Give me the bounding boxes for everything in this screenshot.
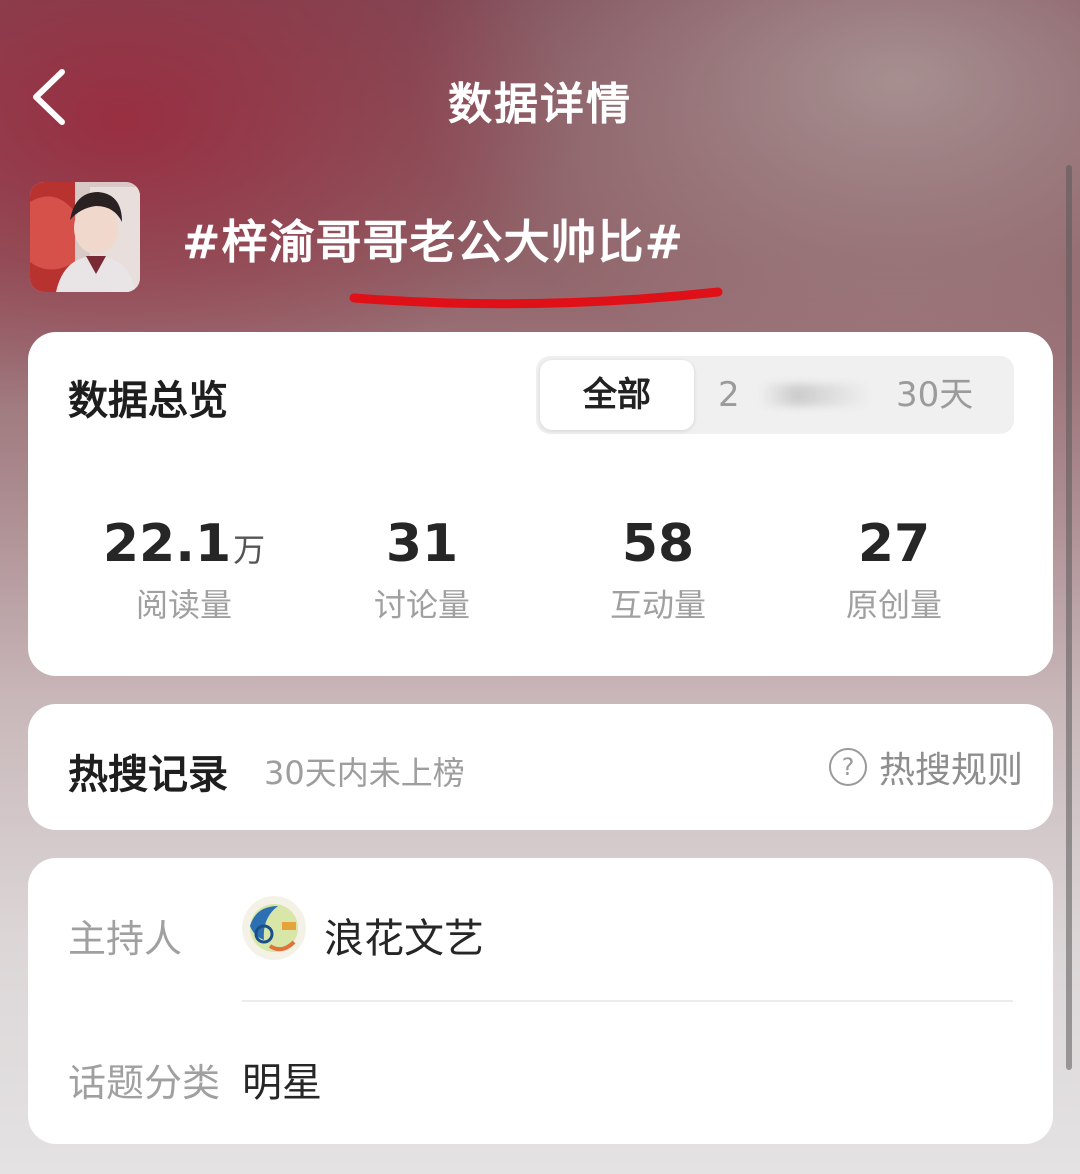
category-value: 明星 [242, 1060, 322, 1106]
page-title: 数据详情 [448, 79, 632, 130]
topic-avatar [30, 182, 140, 292]
stat-interactions-label: 互动量 [609, 586, 706, 624]
date-range-selector: 全部 2 30天 [536, 356, 1014, 434]
red-underline-mark [349, 287, 723, 309]
stat-original: 27 原创量 [774, 514, 1014, 626]
stat-discussions-label: 讨论量 [373, 586, 470, 624]
data-overview-card: 数据总览 全部 2 30天 22.1万 阅读量 31 讨论量 58 互动量 27… [28, 332, 1053, 676]
stat-reads-value: 22.1 [102, 514, 232, 574]
divider [242, 1000, 1013, 1002]
topic-info-card: 主持人 浪花文艺 话题分类 明星 [28, 858, 1053, 1144]
question-icon: ? [828, 748, 867, 786]
category-label: 话题分类 [68, 1061, 221, 1105]
stat-original-label: 原创量 [845, 586, 942, 624]
stat-interactions: 58 互动量 [538, 514, 778, 626]
topic-title: #梓渝哥哥老公大帅比# [182, 215, 685, 269]
host-label: 主持人 [68, 917, 183, 961]
tab-all[interactable]: 全部 [540, 360, 694, 430]
stat-discussions-value: 31 [385, 514, 459, 574]
host-avatar[interactable] [242, 896, 306, 960]
stat-reads-label: 阅读量 [135, 586, 232, 624]
overview-title: 数据总览 [68, 378, 228, 424]
stat-reads-unit: 万 [233, 531, 266, 569]
hot-search-title: 热搜记录 [68, 752, 228, 798]
host-name[interactable]: 浪花文艺 [324, 906, 484, 964]
range-start-label[interactable]: 2 [718, 356, 740, 434]
stat-discussions: 31 讨论量 [302, 514, 542, 626]
hot-search-status: 30天内未上榜 [264, 754, 465, 792]
stat-interactions-value: 58 [621, 514, 695, 574]
stat-reads: 22.1万 阅读量 [64, 514, 304, 626]
hot-search-card: 热搜记录 30天内未上榜 ? 热搜规则 [28, 704, 1053, 830]
scrollbar[interactable] [1066, 165, 1072, 1070]
hot-search-rules-link[interactable]: ? 热搜规则 [828, 742, 1023, 792]
stat-original-value: 27 [857, 514, 931, 574]
blurred-range [760, 384, 870, 406]
range-end-label[interactable]: 30天 [896, 356, 973, 434]
hot-search-rules-label: 热搜规则 [878, 750, 1023, 791]
